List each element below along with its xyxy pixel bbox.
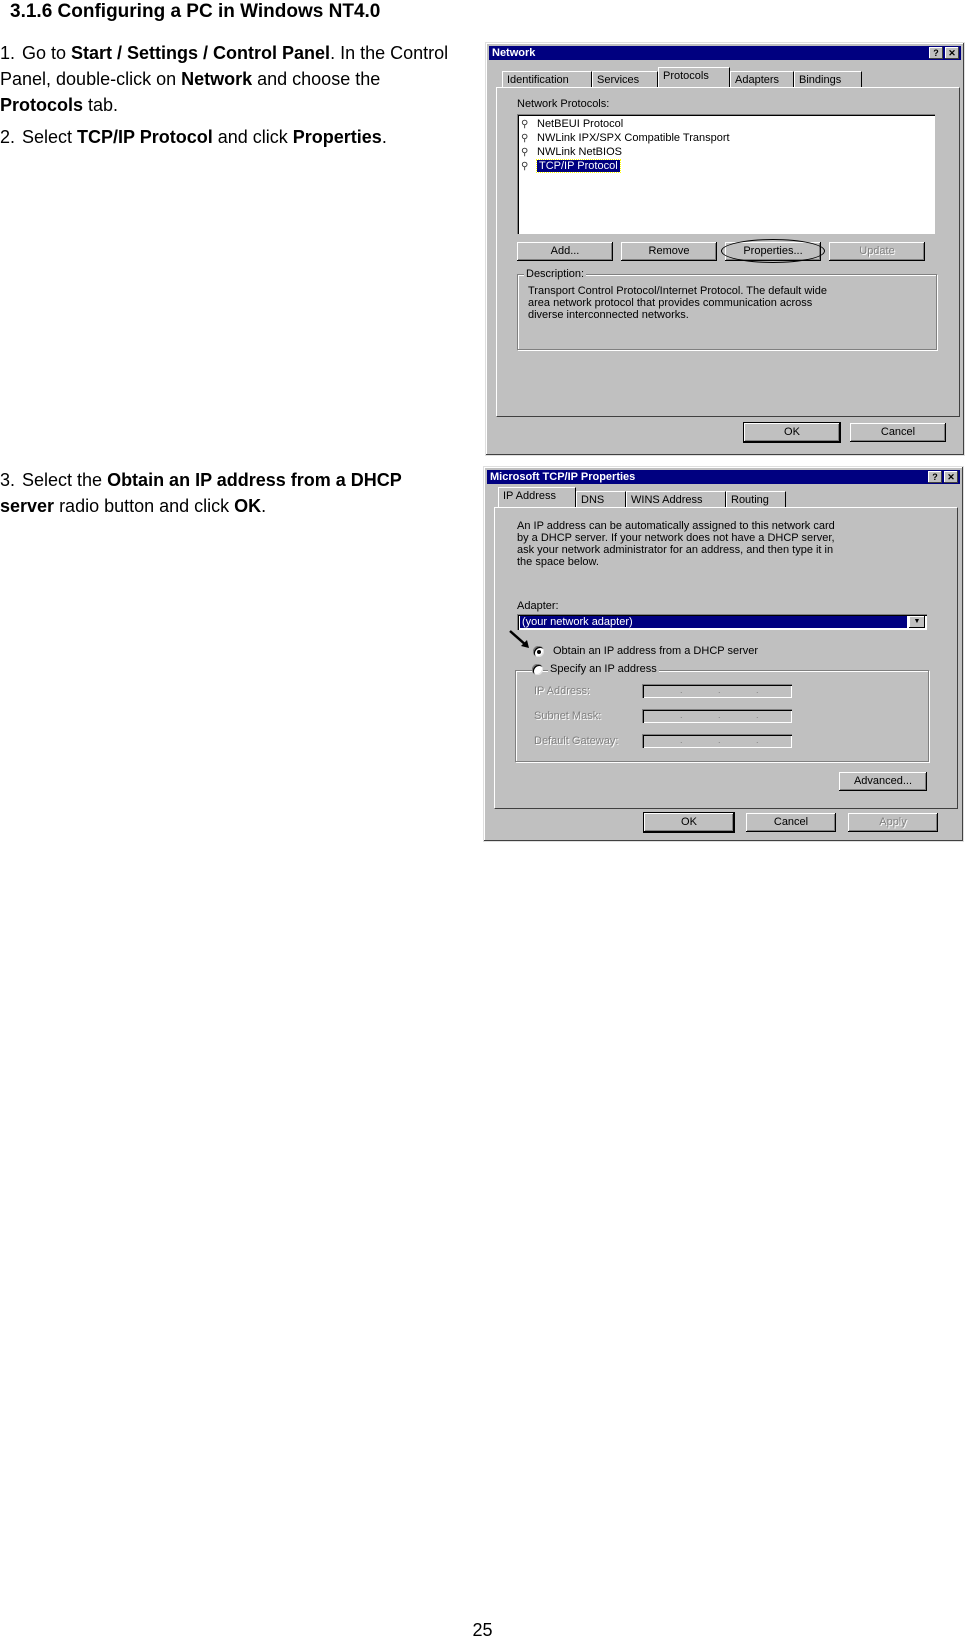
cancel-button[interactable]: Cancel	[850, 423, 946, 442]
adapter-label: Adapter:	[517, 600, 559, 612]
highlight-ellipse	[721, 239, 825, 263]
ip-address-field[interactable]: ...	[642, 684, 792, 698]
tab-panel: An IP address can be automatically assig…	[494, 507, 958, 809]
default-gateway-label: Default Gateway:	[534, 735, 619, 747]
cancel-button[interactable]: Cancel	[746, 813, 836, 832]
section-heading: 3.1.6 Configuring a PC in Windows NT4.0	[10, 1, 381, 22]
remove-button[interactable]: Remove	[621, 242, 717, 261]
network-protocols-label: Network Protocols:	[517, 98, 610, 110]
description-group: Description: Transport Control Protocol/…	[517, 268, 937, 350]
intro-text: An IP address can be automatically assig…	[517, 520, 835, 568]
tab-protocols[interactable]: Protocols	[658, 67, 730, 87]
advanced-button[interactable]: Advanced...	[839, 772, 927, 791]
protocol-item[interactable]: ⚲ NetBEUI Protocol	[521, 117, 623, 131]
dhcp-radio[interactable]	[533, 646, 544, 657]
step-number: 3.	[0, 470, 16, 490]
help-button[interactable]: ?	[929, 47, 943, 59]
ip-address-label: IP Address:	[534, 685, 591, 697]
title-bar: Microsoft TCP/IP Properties ? ✕	[487, 470, 960, 484]
close-button[interactable]: ✕	[944, 471, 958, 483]
tab-ip-address[interactable]: IP Address	[498, 487, 576, 507]
specify-ip-label[interactable]: Specify an IP address	[548, 663, 659, 675]
tab-adapters[interactable]: Adapters	[730, 71, 794, 88]
close-button[interactable]: ✕	[945, 47, 959, 59]
page-number: 25	[472, 1620, 493, 1640]
chevron-down-icon[interactable]: ▼	[909, 616, 925, 628]
tcpip-properties-dialog: Microsoft TCP/IP Properties ? ✕ IP Addre…	[483, 466, 964, 842]
subnet-mask-field[interactable]: ...	[642, 709, 792, 723]
help-button[interactable]: ?	[928, 471, 942, 483]
default-gateway-field[interactable]: ...	[642, 734, 792, 748]
step-number: 1.	[0, 43, 16, 63]
specify-ip-group: Specify an IP address IP Address: ... Su…	[515, 663, 929, 762]
tab-panel: Network Protocols: ⚲ NetBEUI Protocol ⚲ NW…	[496, 87, 960, 417]
protocol-item-selected[interactable]: ⚲ TCP/IP Protocol	[521, 159, 621, 173]
adapter-select[interactable]: (your network adapter) ▼	[517, 614, 927, 630]
network-dialog: Network ? ✕ Identification Services Prot…	[485, 42, 965, 456]
protocol-item[interactable]: ⚲ NWLink IPX/SPX Compatible Transport	[521, 131, 730, 145]
step-2: 2. Select TCP/IP Protocol and click Prop…	[0, 124, 450, 150]
step-1: 1. Go to Start / Settings / Control Pane…	[0, 40, 450, 118]
tab-identification[interactable]: Identification	[502, 71, 592, 88]
network-protocol-icon: ⚲	[521, 147, 529, 158]
step-3: 3. Select the Obtain an IP address from …	[0, 467, 440, 519]
tab-strip: Identification Services Protocols Adapte…	[502, 67, 902, 88]
ok-button[interactable]: OK	[743, 422, 841, 443]
tab-wins-address[interactable]: WINS Address	[626, 491, 726, 508]
specify-ip-radio[interactable]	[532, 664, 543, 675]
network-protocol-icon: ⚲	[521, 119, 529, 130]
tab-bindings[interactable]: Bindings	[794, 71, 862, 88]
network-protocol-icon: ⚲	[521, 133, 529, 144]
subnet-mask-label: Subnet Mask:	[534, 710, 602, 722]
protocols-listbox[interactable]: ⚲ NetBEUI Protocol ⚲ NWLink IPX/SPX Compat…	[517, 114, 935, 234]
dhcp-radio-label[interactable]: Obtain an IP address from a DHCP server	[553, 645, 758, 657]
update-button[interactable]: Update	[829, 242, 925, 261]
tab-services[interactable]: Services	[592, 71, 658, 88]
title-bar: Network ? ✕	[489, 46, 961, 60]
apply-button[interactable]: Apply	[848, 813, 938, 832]
network-protocol-icon: ⚲	[521, 161, 529, 172]
add-button[interactable]: Add...	[517, 242, 613, 261]
tab-routing[interactable]: Routing	[726, 491, 786, 508]
tab-dns[interactable]: DNS	[576, 491, 626, 508]
arrow-pointer-icon	[509, 630, 529, 648]
step-number: 2.	[0, 127, 16, 147]
tab-strip: IP Address DNS WINS Address Routing	[498, 487, 898, 508]
description-text: Transport Control Protocol/Internet Prot…	[528, 285, 827, 321]
protocol-item[interactable]: ⚲ NWLink NetBIOS	[521, 145, 622, 159]
ok-button[interactable]: OK	[643, 812, 735, 833]
